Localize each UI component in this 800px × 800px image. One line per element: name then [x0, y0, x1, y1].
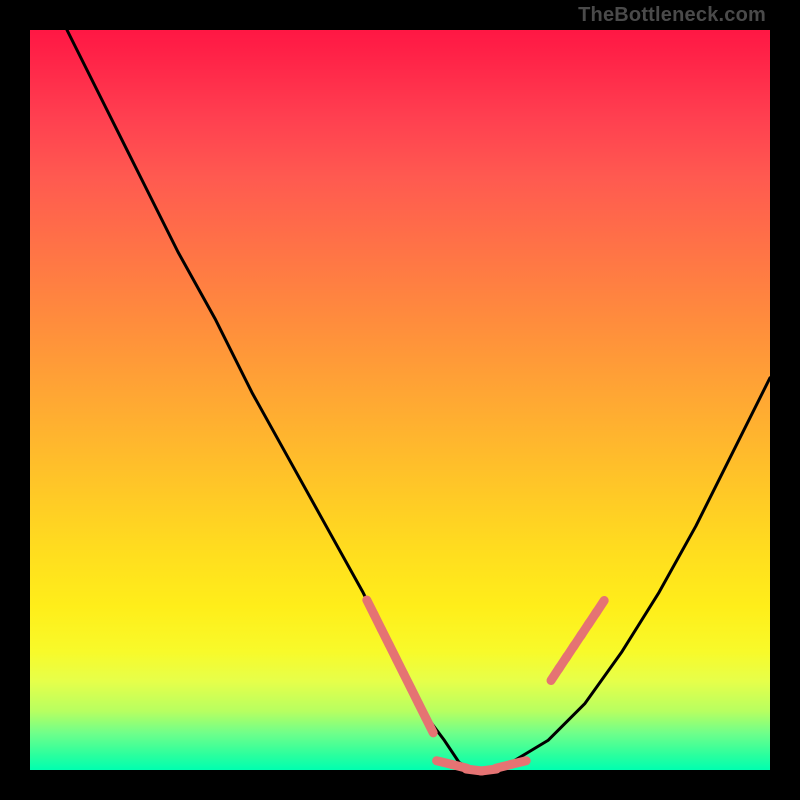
watermark-text: TheBottleneck.com	[578, 4, 766, 27]
bottleneck-curve	[67, 30, 770, 770]
chart-frame: TheBottleneck.com	[0, 0, 800, 800]
marker-dots	[367, 600, 604, 771]
curve-layer	[30, 30, 770, 770]
plot-area	[30, 30, 770, 770]
